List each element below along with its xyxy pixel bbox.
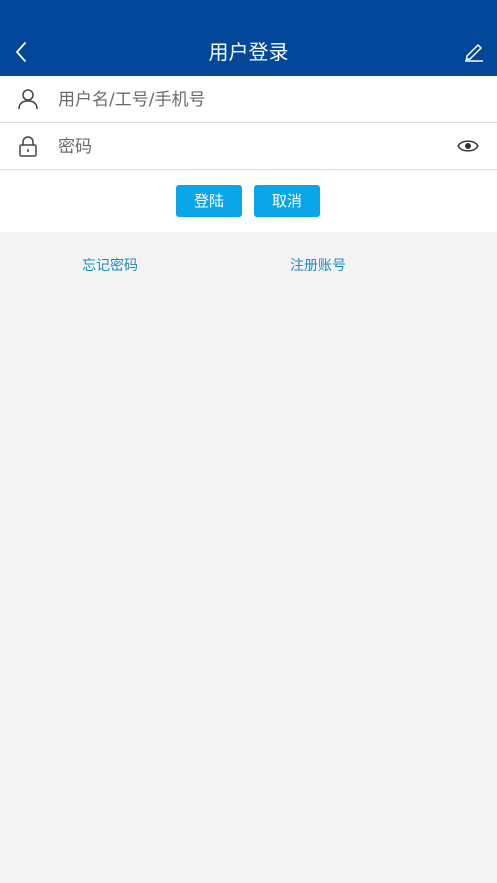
pencil-icon[interactable] — [463, 40, 485, 62]
cancel-button[interactable]: 取消 — [254, 185, 320, 217]
password-input[interactable] — [56, 123, 450, 171]
login-button[interactable]: 登陆 — [176, 185, 242, 217]
username-row — [0, 76, 497, 124]
login-form: 登陆 取消 — [0, 76, 497, 232]
eye-icon[interactable] — [457, 138, 479, 154]
forgot-password-link[interactable]: 忘记密码 — [82, 256, 138, 276]
username-input[interactable] — [56, 76, 450, 124]
register-link[interactable]: 注册账号 — [290, 256, 346, 276]
password-row — [0, 123, 497, 171]
user-icon — [18, 89, 38, 110]
page-title: 用户登录 — [208, 40, 289, 64]
app-header: 用户登录 — [0, 0, 497, 76]
lock-icon — [19, 136, 37, 157]
